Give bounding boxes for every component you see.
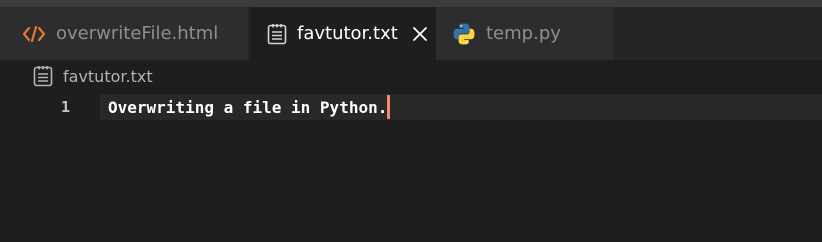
code-line[interactable]: 1 Overwriting a file in Python. [0, 94, 822, 120]
title-strip [0, 0, 822, 7]
text-file-icon [267, 23, 287, 45]
tab-overwritefile-html[interactable]: overwriteFile.html [0, 7, 248, 60]
tab-label: temp.py [486, 23, 561, 44]
breadcrumb[interactable]: favtutor.txt [0, 60, 822, 92]
text-cursor [387, 95, 391, 119]
python-icon [452, 22, 476, 46]
tab-label: overwriteFile.html [56, 23, 219, 44]
tab-favtutor-txt[interactable]: favtutor.txt [250, 7, 436, 60]
editor-window: overwriteFile.html favtutor.txt temp.py … [0, 0, 822, 242]
line-text[interactable]: Overwriting a file in Python. [108, 98, 387, 117]
tab-bar: overwriteFile.html favtutor.txt temp.py [0, 7, 822, 60]
close-icon[interactable] [412, 26, 428, 42]
line-number: 1 [60, 98, 70, 116]
breadcrumb-label: favtutor.txt [63, 66, 153, 86]
tab-label: favtutor.txt [297, 23, 398, 44]
tab-temp-py[interactable]: temp.py [436, 7, 614, 60]
html-code-icon [22, 25, 46, 43]
text-file-icon [33, 65, 53, 87]
code-editor[interactable]: 1 Overwriting a file in Python. [0, 92, 822, 242]
